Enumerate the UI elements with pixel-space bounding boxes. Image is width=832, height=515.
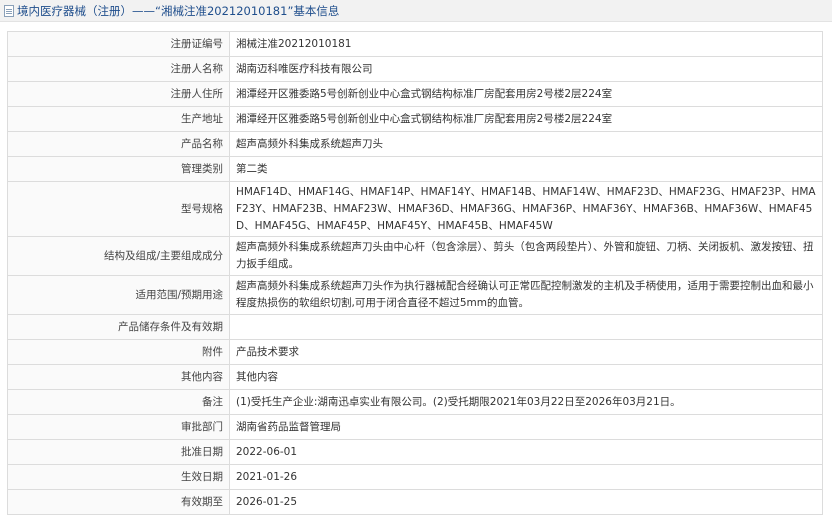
page-header: 境内医疗器械（注册）——“湘械注准20212010181”基本信息 [0,0,832,22]
field-label: 产品储存条件及有效期 [7,314,230,340]
field-value: 产品技术要求 [229,339,823,365]
field-label: 附件 [7,339,230,365]
field-value: 2021-01-26 [229,464,823,490]
field-value: 湖南省药品监督管理局 [229,414,823,440]
field-label: 生效日期 [7,464,230,490]
field-label: 结构及组成/主要组成成分 [7,236,230,276]
field-value: 2026-01-25 [229,489,823,515]
document-icon [4,4,14,17]
field-label: 审批部门 [7,414,230,440]
field-value: HMAF14D、HMAF14G、HMAF14P、HMAF14Y、HMAF14B、… [229,181,823,237]
field-label: 注册证编号 [7,31,230,57]
field-label: 批准日期 [7,439,230,465]
field-label: 型号规格 [7,181,230,237]
info-table: 注册证编号 湘械注准20212010181 注册人名称 湖南迈科唯医疗科技有限公… [7,31,823,515]
field-label: 生产地址 [7,106,230,132]
field-value: 湘潭经开区雅委路5号创新创业中心盒式钢结构标准厂房配套用房2号楼2层224室 [229,106,823,132]
field-label: 注册人名称 [7,56,230,82]
table-row: 备注 (1)受托生产企业:湖南迅卓实业有限公司。(2)受托期限2021年03月2… [7,389,823,415]
field-label: 其他内容 [7,364,230,390]
field-value: 其他内容 [229,364,823,390]
field-value: (1)受托生产企业:湖南迅卓实业有限公司。(2)受托期限2021年03月22日至… [229,389,823,415]
table-row: 适用范围/预期用途 超声高频外科集成系统超声刀头作为执行器械配合经确认可正常匹配… [7,275,823,315]
table-row: 注册人住所 湘潭经开区雅委路5号创新创业中心盒式钢结构标准厂房配套用房2号楼2层… [7,81,823,107]
page-title: 境内医疗器械（注册）——“湘械注准20212010181”基本信息 [17,3,340,18]
field-value: 超声高频外科集成系统超声刀头 [229,131,823,157]
field-label: 注册人住所 [7,81,230,107]
field-label: 备注 [7,389,230,415]
field-value: 超声高频外科集成系统超声刀头作为执行器械配合经确认可正常匹配控制激发的主机及手柄… [229,275,823,315]
field-label: 适用范围/预期用途 [7,275,230,315]
table-row: 生效日期 2021-01-26 [7,464,823,490]
table-row: 管理类别 第二类 [7,156,823,182]
field-label: 产品名称 [7,131,230,157]
field-value: 湘械注准20212010181 [229,31,823,57]
table-row: 结构及组成/主要组成成分 超声高频外科集成系统超声刀头由中心杆（包含涂层）、剪头… [7,236,823,276]
table-row: 生产地址 湘潭经开区雅委路5号创新创业中心盒式钢结构标准厂房配套用房2号楼2层2… [7,106,823,132]
table-row: 注册证编号 湘械注准20212010181 [7,31,823,57]
field-value: 超声高频外科集成系统超声刀头由中心杆（包含涂层）、剪头（包含两段垫片）、外管和旋… [229,236,823,276]
table-row: 产品储存条件及有效期 [7,314,823,340]
field-value: 2022-06-01 [229,439,823,465]
table-row: 有效期至 2026-01-25 [7,489,823,515]
field-label: 管理类别 [7,156,230,182]
table-row: 注册人名称 湖南迈科唯医疗科技有限公司 [7,56,823,82]
table-row: 审批部门 湖南省药品监督管理局 [7,414,823,440]
table-row: 产品名称 超声高频外科集成系统超声刀头 [7,131,823,157]
table-row: 附件 产品技术要求 [7,339,823,365]
field-value: 湖南迈科唯医疗科技有限公司 [229,56,823,82]
table-row: 型号规格 HMAF14D、HMAF14G、HMAF14P、HMAF14Y、HMA… [7,181,823,237]
field-value: 湘潭经开区雅委路5号创新创业中心盒式钢结构标准厂房配套用房2号楼2层224室 [229,81,823,107]
field-value: 第二类 [229,156,823,182]
table-row: 批准日期 2022-06-01 [7,439,823,465]
table-row: 其他内容 其他内容 [7,364,823,390]
field-value [229,314,823,340]
field-label: 有效期至 [7,489,230,515]
